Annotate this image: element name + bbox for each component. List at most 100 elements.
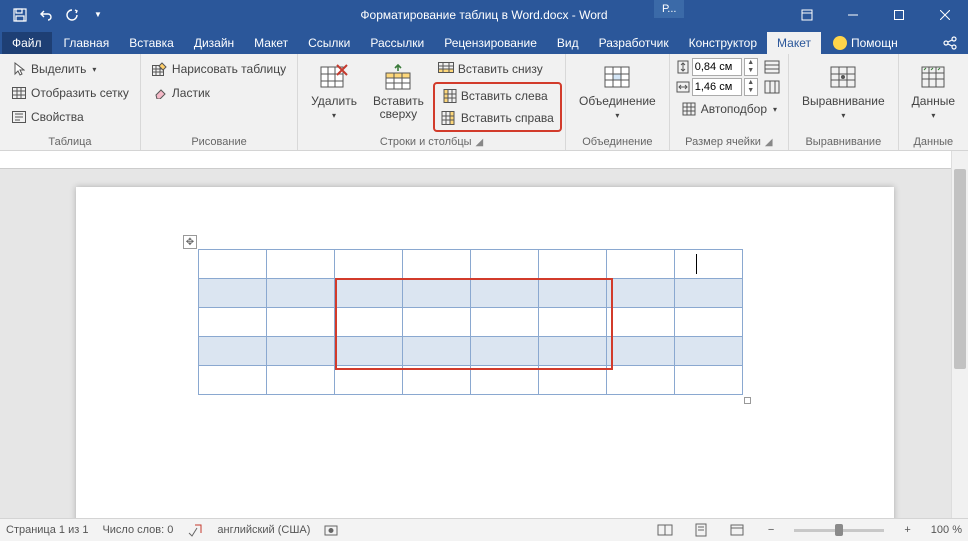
insert-left-button[interactable]: Вставить слева: [436, 85, 559, 107]
table-cell[interactable]: [471, 279, 539, 308]
page-indicator[interactable]: Страница 1 из 1: [6, 524, 88, 536]
table-cell[interactable]: [335, 366, 403, 395]
properties-button[interactable]: Свойства: [6, 106, 134, 128]
table-cell[interactable]: [267, 250, 335, 279]
insert-right-button[interactable]: Вставить справа: [436, 107, 559, 129]
view-print-button[interactable]: [690, 521, 712, 539]
tab-макет[interactable]: Макет: [244, 32, 298, 54]
table-resize-handle[interactable]: [744, 397, 751, 404]
page[interactable]: ✥: [76, 187, 894, 518]
table-cell[interactable]: [607, 279, 675, 308]
merge-button[interactable]: Объединение▾: [572, 58, 663, 125]
table-cell[interactable]: [403, 337, 471, 366]
table-cell[interactable]: [403, 250, 471, 279]
table-cell[interactable]: [335, 337, 403, 366]
table-cell[interactable]: [607, 250, 675, 279]
tell-me[interactable]: Помощн: [825, 32, 906, 54]
table-cell[interactable]: [267, 308, 335, 337]
undo-button[interactable]: [34, 3, 58, 27]
table-cell[interactable]: [607, 366, 675, 395]
tab-ссылки[interactable]: Ссылки: [298, 32, 360, 54]
minimize-button[interactable]: [830, 0, 876, 29]
tab-рассылки[interactable]: Рассылки: [360, 32, 434, 54]
spellcheck-icon[interactable]: [187, 523, 203, 537]
tab-file[interactable]: Файл: [2, 32, 52, 54]
tab-рецензирование[interactable]: Рецензирование: [434, 32, 547, 54]
data-button[interactable]: Данные▾: [905, 58, 962, 125]
insert-above-button[interactable]: Вставить сверху: [366, 58, 431, 124]
horizontal-ruler[interactable]: [0, 151, 968, 169]
table-cell[interactable]: [335, 308, 403, 337]
zoom-in-button[interactable]: +: [898, 524, 916, 536]
alignment-button[interactable]: Выравнивание▾: [795, 58, 892, 125]
table-cell[interactable]: [471, 337, 539, 366]
vertical-scrollbar[interactable]: [951, 151, 968, 518]
table-cell[interactable]: [267, 337, 335, 366]
table-cell[interactable]: [403, 366, 471, 395]
draw-table-button[interactable]: Нарисовать таблицу: [147, 58, 291, 80]
table-cell[interactable]: [471, 250, 539, 279]
document-area[interactable]: ✥: [0, 169, 951, 518]
tab-главная[interactable]: Главная: [54, 32, 120, 54]
word-table[interactable]: [198, 249, 743, 395]
table-cell[interactable]: [267, 366, 335, 395]
table-cell[interactable]: [675, 279, 743, 308]
view-read-button[interactable]: [654, 521, 676, 539]
tab-вид[interactable]: Вид: [547, 32, 589, 54]
view-gridlines-button[interactable]: Отобразить сетку: [6, 82, 134, 104]
close-button[interactable]: [922, 0, 968, 29]
table-cell[interactable]: [403, 308, 471, 337]
share-button[interactable]: [932, 32, 968, 54]
table-move-handle[interactable]: ✥: [183, 235, 197, 249]
tab-макет[interactable]: Макет: [767, 32, 821, 54]
table-cell[interactable]: [471, 308, 539, 337]
table-cell[interactable]: [675, 337, 743, 366]
delete-button[interactable]: Удалить▾: [304, 58, 364, 125]
tab-конструктор[interactable]: Конструктор: [679, 32, 767, 54]
table-cell[interactable]: [539, 250, 607, 279]
table-cell[interactable]: [335, 250, 403, 279]
row-height-input[interactable]: ▲▼: [692, 58, 758, 76]
table-cell[interactable]: [403, 279, 471, 308]
tab-разработчик[interactable]: Разработчик: [589, 32, 679, 54]
redo-button[interactable]: [60, 3, 84, 27]
table-cell[interactable]: [675, 366, 743, 395]
table-cell[interactable]: [675, 308, 743, 337]
eraser-button[interactable]: Ластик: [147, 82, 291, 104]
table-cell[interactable]: [199, 250, 267, 279]
view-web-button[interactable]: [726, 521, 748, 539]
col-width-input[interactable]: ▲▼: [692, 78, 758, 96]
save-button[interactable]: [8, 3, 32, 27]
ribbon-options-button[interactable]: [784, 0, 830, 29]
table-cell[interactable]: [607, 337, 675, 366]
table-cell[interactable]: [539, 308, 607, 337]
table-cell[interactable]: [267, 279, 335, 308]
table-cell[interactable]: [199, 279, 267, 308]
table-cell[interactable]: [199, 366, 267, 395]
table-cell[interactable]: [675, 250, 743, 279]
language-indicator[interactable]: английский (США): [217, 524, 310, 536]
distribute-cols-icon[interactable]: [764, 80, 780, 94]
zoom-slider[interactable]: [794, 529, 884, 532]
zoom-out-button[interactable]: −: [762, 524, 780, 536]
qat-customize[interactable]: ▼: [86, 3, 110, 27]
table-cell[interactable]: [539, 366, 607, 395]
table-cell[interactable]: [471, 366, 539, 395]
insert-below-button[interactable]: Вставить снизу: [433, 58, 562, 80]
macro-record-icon[interactable]: [324, 523, 338, 537]
select-button[interactable]: Выделить▾: [6, 58, 134, 80]
maximize-button[interactable]: [876, 0, 922, 29]
table-cell[interactable]: [539, 279, 607, 308]
table-cell[interactable]: [199, 308, 267, 337]
table-cell[interactable]: [539, 337, 607, 366]
word-count[interactable]: Число слов: 0: [102, 524, 173, 536]
tab-вставка[interactable]: Вставка: [119, 32, 184, 54]
scrollbar-thumb[interactable]: [954, 169, 966, 369]
table-cell[interactable]: [335, 279, 403, 308]
autofit-button[interactable]: Автоподбор▾: [676, 98, 782, 120]
table-cell[interactable]: [607, 308, 675, 337]
table-cell[interactable]: [199, 337, 267, 366]
tab-дизайн[interactable]: Дизайн: [184, 32, 244, 54]
distribute-rows-icon[interactable]: [764, 60, 780, 74]
zoom-level[interactable]: 100 %: [931, 524, 962, 536]
